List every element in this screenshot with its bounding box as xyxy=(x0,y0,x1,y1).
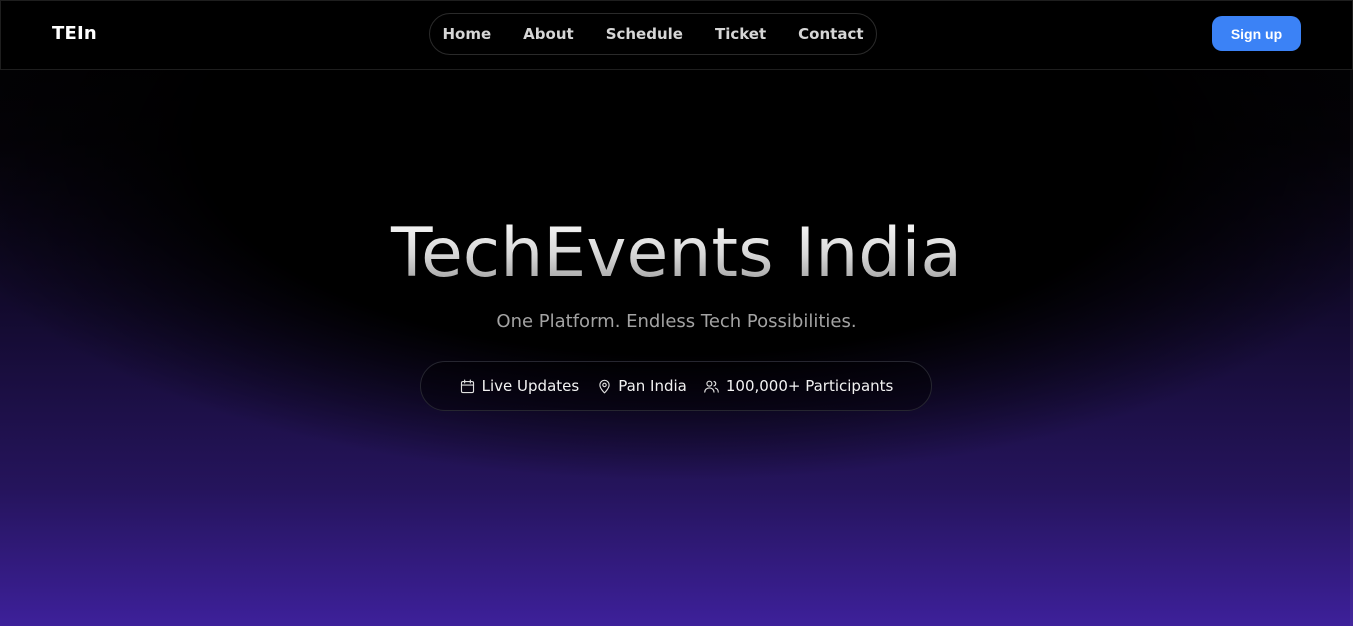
page: TEIn Home About Schedule Ticket Contact … xyxy=(0,0,1353,626)
info-label-participants: 100,000+ Participants xyxy=(725,377,894,395)
nav-link-ticket[interactable]: Ticket xyxy=(699,25,782,43)
brand-logo[interactable]: TEIn xyxy=(52,23,97,44)
info-label-live-updates: Live Updates xyxy=(481,377,580,395)
hero-subtitle: One Platform. Endless Tech Possibilities… xyxy=(496,311,857,332)
hero-title: TechEvents India xyxy=(0,212,1353,296)
calendar-icon xyxy=(459,377,477,395)
info-item-participants: 100,000+ Participants xyxy=(703,377,893,395)
info-label-location: Pan India xyxy=(618,377,687,395)
users-icon xyxy=(703,377,721,395)
sign-up-button[interactable]: Sign up xyxy=(1212,16,1301,51)
map-pin-icon xyxy=(595,377,613,395)
info-item-location: Pan India xyxy=(595,377,687,395)
nav-link-contact[interactable]: Contact xyxy=(782,25,879,43)
info-item-live-updates: Live Updates xyxy=(459,377,580,395)
event-info-bar: Live Updates Pan India 100,000+ Particip… xyxy=(420,361,932,411)
nav-link-home[interactable]: Home xyxy=(427,25,508,43)
nav-link-schedule[interactable]: Schedule xyxy=(590,25,699,43)
nav-link-about[interactable]: About xyxy=(507,25,590,43)
top-navbar: TEIn Home About Schedule Ticket Contact … xyxy=(0,0,1353,70)
main-nav: Home About Schedule Ticket Contact xyxy=(429,13,877,55)
